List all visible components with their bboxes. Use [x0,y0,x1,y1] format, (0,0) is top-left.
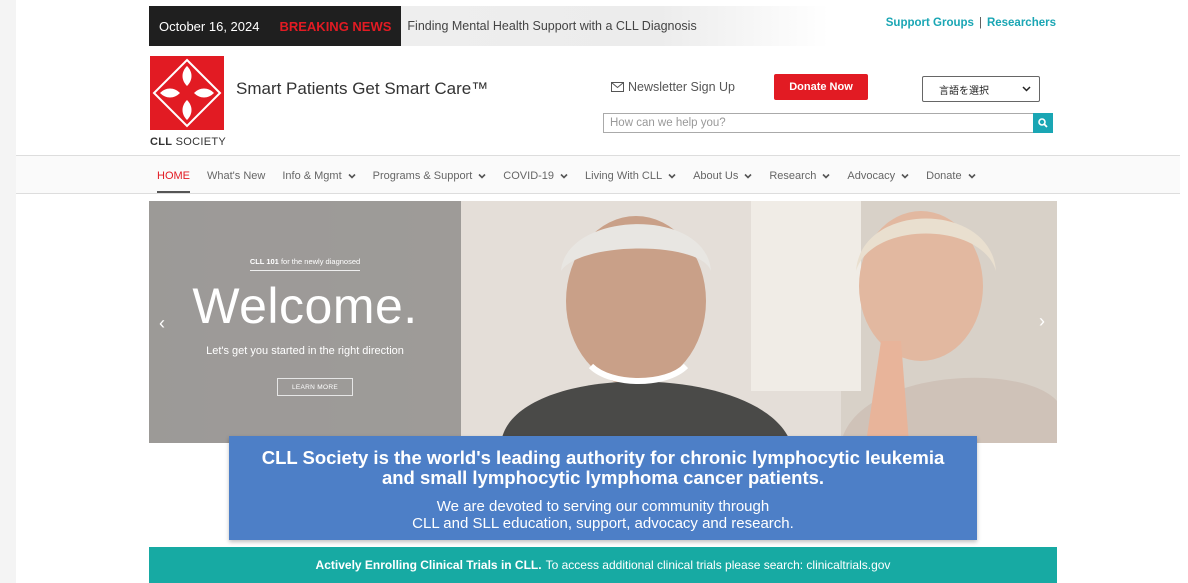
nav-item-label: Living With CLL [585,169,663,182]
nav-item-label: Info & Mgmt [282,169,342,182]
nav-item-info-mgmt[interactable]: Info & Mgmt [282,169,356,182]
chevron-down-icon [478,173,486,179]
search-button[interactable] [1033,113,1053,133]
ticker-date: October 16, 2024 [149,6,270,46]
language-select[interactable]: 言語を選択 [922,76,1040,102]
tagline: Smart Patients Get Smart Care™ [236,79,489,98]
support-groups-link[interactable]: Support Groups [886,17,974,29]
nav-item-home[interactable]: HOME [157,169,190,193]
nav-item-covid-19[interactable]: COVID-19 [503,170,568,182]
nav-item-living-with-cll[interactable]: Living With CLL [585,170,676,182]
chevron-down-icon [1022,86,1031,92]
nav-item-about-us[interactable]: About Us [693,170,752,182]
search-input[interactable]: How can we help you? [603,113,1033,133]
nav-item-advocacy[interactable]: Advocacy [847,170,909,182]
clinical-trials-bar[interactable]: Actively Enrolling Clinical Trials in CL… [149,547,1057,583]
search-bar: How can we help you? [603,113,1053,133]
hero-photo-couple [461,201,1057,443]
cll-society-logo[interactable] [150,56,224,130]
nav-item-donate[interactable]: Donate [926,169,976,182]
newsletter-signup-link[interactable]: Newsletter Sign Up [611,80,735,94]
hero-subtitle: Let's get you started in the right direc… [206,345,404,357]
page: October 16, 2024 BREAKING NEWS Finding M… [0,0,1188,583]
clinical-trials-bold: Actively Enrolling Clinical Trials in CL… [315,558,542,572]
breaking-news-ticker: October 16, 2024 BREAKING NEWS Finding M… [149,6,829,46]
logo-mark-icon [152,58,222,128]
chevron-down-icon [560,173,568,179]
nav-item-label: About Us [693,169,739,182]
carousel-prev-arrow-icon[interactable]: ‹ [159,313,165,334]
chevron-down-icon [901,173,909,179]
hero-kicker: CLL 101 for the newly diagnosed [149,257,461,271]
chevron-down-icon [348,173,356,179]
nav-item-label: Advocacy [847,169,896,182]
hero-carousel: CLL 101 for the newly diagnosed Welcome.… [149,201,1057,443]
chevron-down-icon [668,173,676,179]
chevron-down-icon [968,173,976,179]
clinical-trials-text: To access additional clinical trials ple… [545,558,891,572]
chevron-down-icon [822,173,830,179]
mission-statement-box: CLL Society is the world's leading autho… [229,436,977,540]
learn-more-button[interactable]: LEARN MORE [277,378,353,396]
nav-items: HOME What's New Info & Mgmt Programs & Supp… [157,156,976,195]
newsletter-label: Newsletter Sign Up [628,80,735,94]
hero-overlay-panel: CLL 101 for the newly diagnosed Welcome.… [149,201,461,443]
mission-headline: CLL Society is the world's leading autho… [261,447,945,488]
ticker-headline-link[interactable]: Finding Mental Health Support with a CLL… [401,19,696,33]
nav-item-label: COVID-19 [503,169,555,182]
chevron-down-icon [744,173,752,179]
nav-item-label: HOME [157,169,190,182]
donate-now-button[interactable]: Donate Now [774,74,868,100]
carousel-next-arrow-icon[interactable]: › [1039,311,1045,332]
mission-body: We are devoted to serving our community … [412,498,794,532]
nav-item-research[interactable]: Research [769,170,830,182]
language-select-value: 言語を選択 [939,85,989,97]
top-links-separator: | [978,17,982,29]
top-links: Support Groups | Researchers [886,17,1056,29]
nav-item-programs-support[interactable]: Programs & Support [373,170,487,182]
nav-item-label: Research [769,169,817,182]
search-icon [1038,118,1048,128]
nav-item-what-s-new[interactable]: What's New [207,170,265,182]
researchers-link[interactable]: Researchers [987,17,1056,29]
hero-title: Welcome. [192,278,418,334]
breaking-news-label: BREAKING NEWS [269,6,402,46]
main-nav: HOME What's New Info & Mgmt Programs & Supp… [16,155,1180,194]
logo-text: CLL SOCIETY [150,136,227,148]
nav-item-label: What's New [207,169,266,182]
envelope-icon [611,82,624,92]
nav-item-label: Programs & Support [372,169,473,182]
nav-item-label: Donate [926,169,962,182]
